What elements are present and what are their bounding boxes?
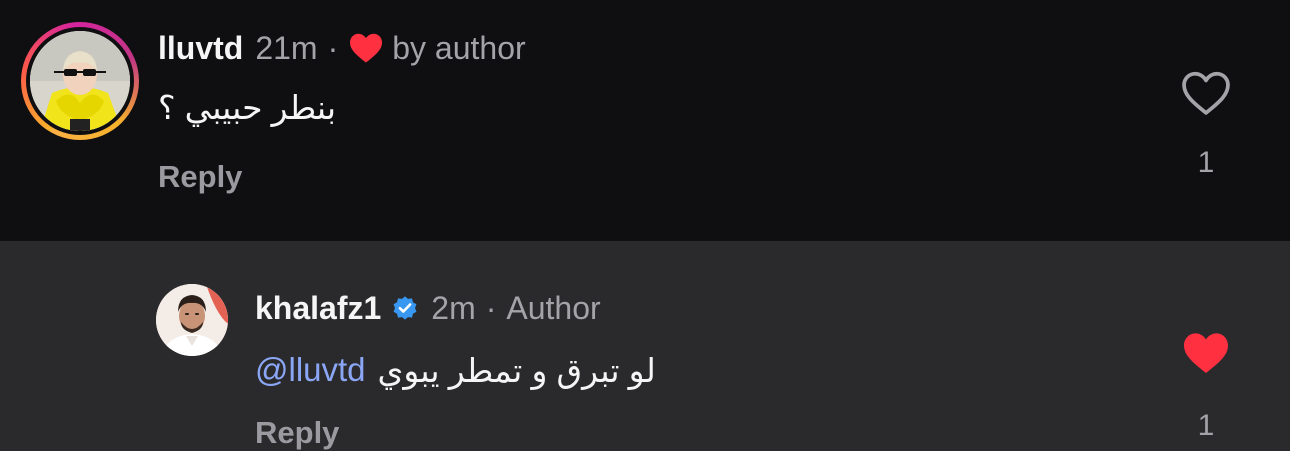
verified-badge-icon: [391, 294, 419, 322]
story-ring-gap: [26, 27, 134, 135]
comment-item: lluvtd 21m · by author بنطر حبيبي ؟ Repl…: [0, 0, 1290, 241]
like-count[interactable]: 1: [1176, 146, 1236, 180]
username[interactable]: lluvtd: [158, 30, 243, 67]
timestamp: 2m: [431, 289, 476, 326]
timestamp: 21m: [255, 29, 318, 66]
reply-button[interactable]: Reply: [255, 415, 339, 451]
comment-text: بنطر حبيبي ؟: [158, 89, 337, 126]
separator-dot: ·: [485, 289, 497, 326]
avatar[interactable]: [156, 284, 228, 356]
comment-header: lluvtd 21m · by author: [158, 28, 526, 68]
like-button[interactable]: [1180, 70, 1232, 121]
mention-link[interactable]: @lluvtd: [255, 351, 366, 389]
author-label: Author: [506, 289, 601, 326]
liked-by-author-heart-icon: [348, 32, 384, 64]
like-button[interactable]: [1181, 331, 1231, 380]
heart-filled-icon: [1184, 333, 1228, 373]
username[interactable]: khalafz1: [255, 290, 381, 327]
like-count[interactable]: 1: [1176, 409, 1236, 443]
story-ring[interactable]: [21, 22, 139, 140]
reply-button[interactable]: Reply: [158, 159, 242, 195]
by-author-label: by author: [392, 29, 526, 66]
user-avatar-icon: [156, 284, 228, 356]
reply-text: @lluvtd لو تبرق و تمطر يبوي: [255, 348, 656, 392]
separator-dot: ·: [327, 29, 339, 66]
avatar[interactable]: [30, 31, 130, 131]
reply-header: khalafz1 2m · Author: [255, 288, 601, 328]
user-avatar-icon: [30, 31, 130, 131]
comment-text: لو تبرق و تمطر يبوي: [377, 351, 656, 389]
heart-outline-icon: [1182, 71, 1230, 115]
